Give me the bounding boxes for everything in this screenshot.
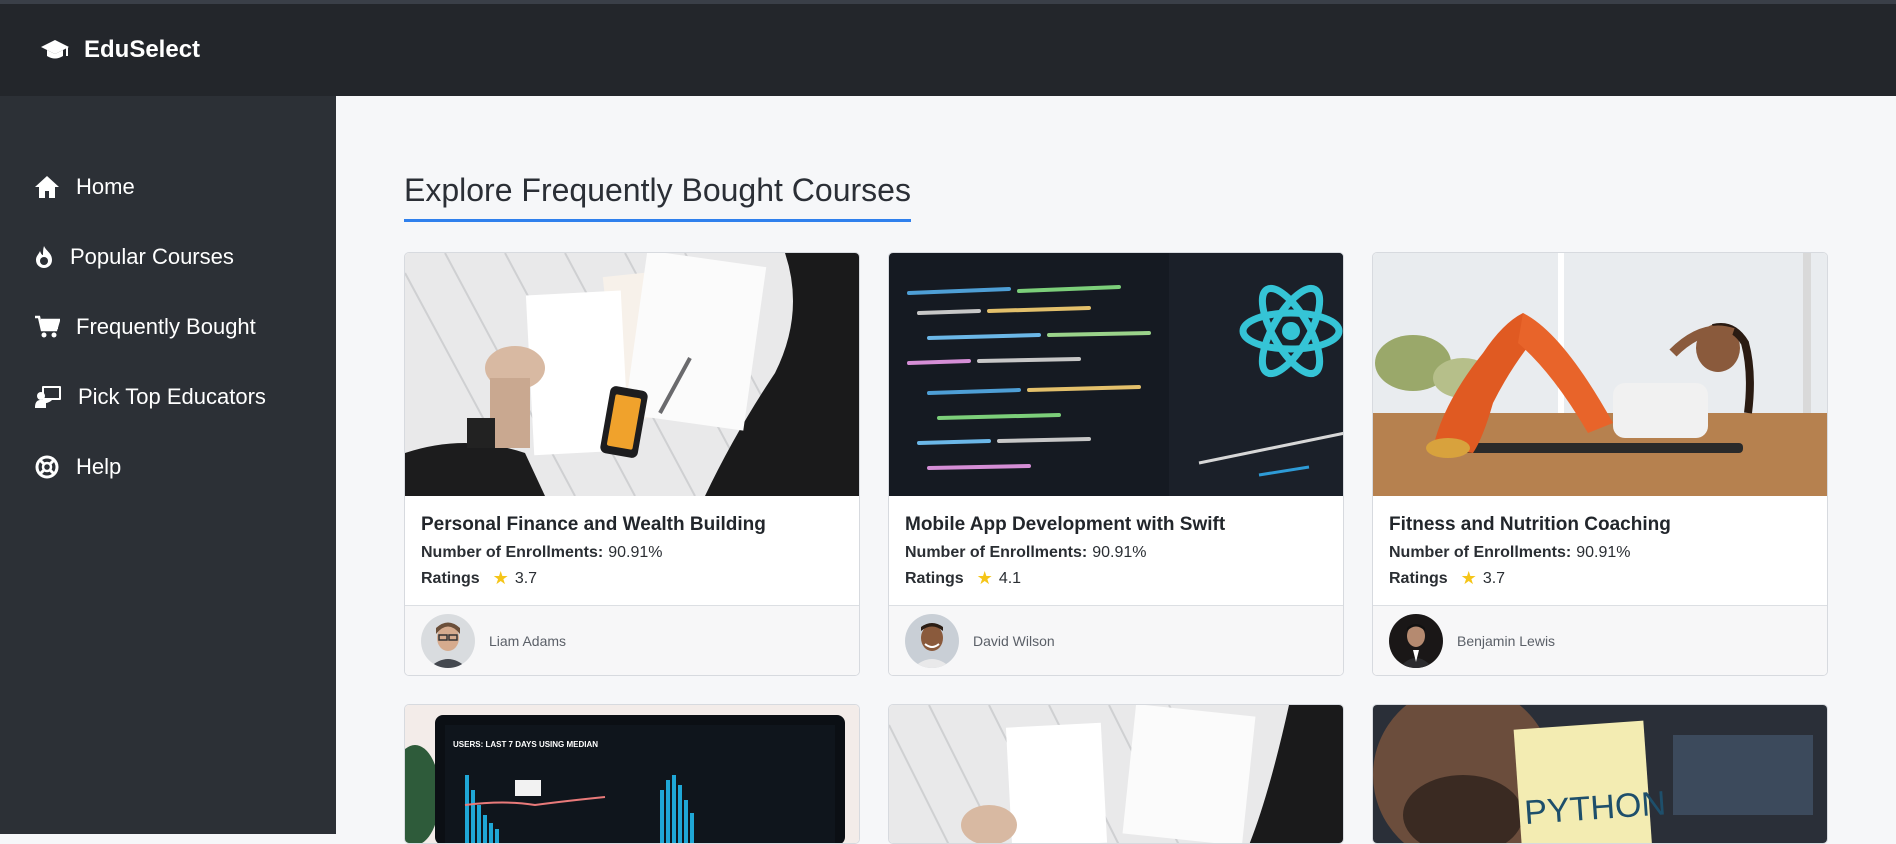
course-card[interactable]: Personal Finance and Wealth Building Num…: [404, 252, 860, 676]
top-bar: EduSelect: [0, 0, 1896, 96]
enrollments-value: 90.91%: [1576, 544, 1631, 561]
rating-value: 4.1: [998, 569, 1022, 587]
ratings-label: Ratings: [905, 569, 964, 587]
sidebar: Home Popular Courses Frequently Bought P…: [0, 96, 336, 834]
course-body: Fitness and Nutrition Coaching Number of…: [1373, 496, 1827, 608]
lifebuoy-icon: [34, 454, 60, 480]
enrollments-value: 90.91%: [1092, 544, 1147, 561]
enrollments: Number of Enrollments: 90.91%: [421, 544, 843, 562]
enrollments-label: Number of Enrollments:: [905, 544, 1088, 561]
sidebar-item-label: Popular Courses: [70, 244, 234, 269]
course-card[interactable]: PYTHON: [1372, 704, 1828, 844]
course-card[interactable]: Mobile App Development with Swift Number…: [888, 252, 1344, 676]
avatar: [421, 613, 475, 668]
educator-icon: [34, 384, 62, 410]
course-image[interactable]: [1373, 253, 1827, 496]
ratings: Ratings ★ 3.7: [1389, 568, 1811, 589]
ratings: Ratings ★ 3.7: [421, 568, 843, 589]
course-card[interactable]: USERS: LAST 7 DAYS USING MEDIAN: [404, 704, 860, 844]
sidebar-item-pick-top-educators[interactable]: Pick Top Educators: [0, 362, 336, 432]
main-content: Explore Frequently Bought Courses Person…: [336, 96, 1896, 844]
brand-name: EduSelect: [84, 36, 201, 63]
instructor-name[interactable]: Liam Adams: [489, 633, 566, 649]
star-icon: ★: [1460, 568, 1477, 588]
course-title[interactable]: Fitness and Nutrition Coaching: [1389, 514, 1811, 536]
rating-value: 3.7: [514, 569, 538, 587]
sidebar-item-label: Frequently Bought: [76, 314, 256, 339]
avatar: [1389, 613, 1443, 668]
sidebar-item-label: Help: [76, 454, 122, 479]
course-footer: Liam Adams: [405, 605, 859, 675]
sidebar-item-frequently-bought[interactable]: Frequently Bought: [0, 292, 336, 362]
sidebar-item-popular-courses[interactable]: Popular Courses: [0, 222, 336, 292]
course-body: Mobile App Development with Swift Number…: [889, 496, 1343, 608]
sidebar-item-home[interactable]: Home: [0, 152, 336, 222]
ratings-label: Ratings: [1389, 569, 1448, 587]
course-body: Personal Finance and Wealth Building Num…: [405, 496, 859, 608]
sidebar-item-label: Pick Top Educators: [78, 384, 266, 409]
course-image[interactable]: [889, 253, 1343, 496]
star-icon: ★: [976, 568, 993, 588]
enrollments: Number of Enrollments: 90.91%: [905, 544, 1327, 562]
star-icon: ★: [492, 568, 509, 588]
dashboard-header-text: USERS: LAST 7 DAYS USING MEDIAN: [453, 740, 598, 749]
instructor-name[interactable]: Benjamin Lewis: [1457, 633, 1555, 649]
flame-icon: [34, 244, 54, 270]
course-image[interactable]: [405, 253, 859, 496]
course-card[interactable]: Fitness and Nutrition Coaching Number of…: [1372, 252, 1828, 676]
enrollments-label: Number of Enrollments:: [1389, 544, 1572, 561]
course-card[interactable]: [888, 704, 1344, 844]
sidebar-item-help[interactable]: Help: [0, 432, 336, 502]
avatar: [905, 613, 959, 668]
page-title: Explore Frequently Bought Courses: [404, 172, 911, 222]
cart-icon: [34, 314, 60, 340]
enrollments-value: 90.91%: [608, 544, 663, 561]
course-title[interactable]: Mobile App Development with Swift: [905, 514, 1327, 536]
course-image[interactable]: PYTHON: [1373, 705, 1827, 843]
enrollments-label: Number of Enrollments:: [421, 544, 604, 561]
course-footer: David Wilson: [889, 605, 1343, 675]
graduation-cap-icon: [41, 40, 69, 59]
brand[interactable]: EduSelect: [40, 36, 200, 64]
home-icon: [34, 174, 60, 200]
ratings-label: Ratings: [421, 569, 480, 587]
course-title[interactable]: Personal Finance and Wealth Building: [421, 514, 843, 536]
course-image[interactable]: [889, 705, 1343, 843]
course-image[interactable]: USERS: LAST 7 DAYS USING MEDIAN: [405, 705, 859, 843]
instructor-name[interactable]: David Wilson: [973, 633, 1055, 649]
enrollments: Number of Enrollments: 90.91%: [1389, 544, 1811, 562]
ratings: Ratings ★ 4.1: [905, 568, 1327, 589]
rating-value: 3.7: [1482, 569, 1506, 587]
course-footer: Benjamin Lewis: [1373, 605, 1827, 675]
sidebar-item-label: Home: [76, 174, 135, 199]
